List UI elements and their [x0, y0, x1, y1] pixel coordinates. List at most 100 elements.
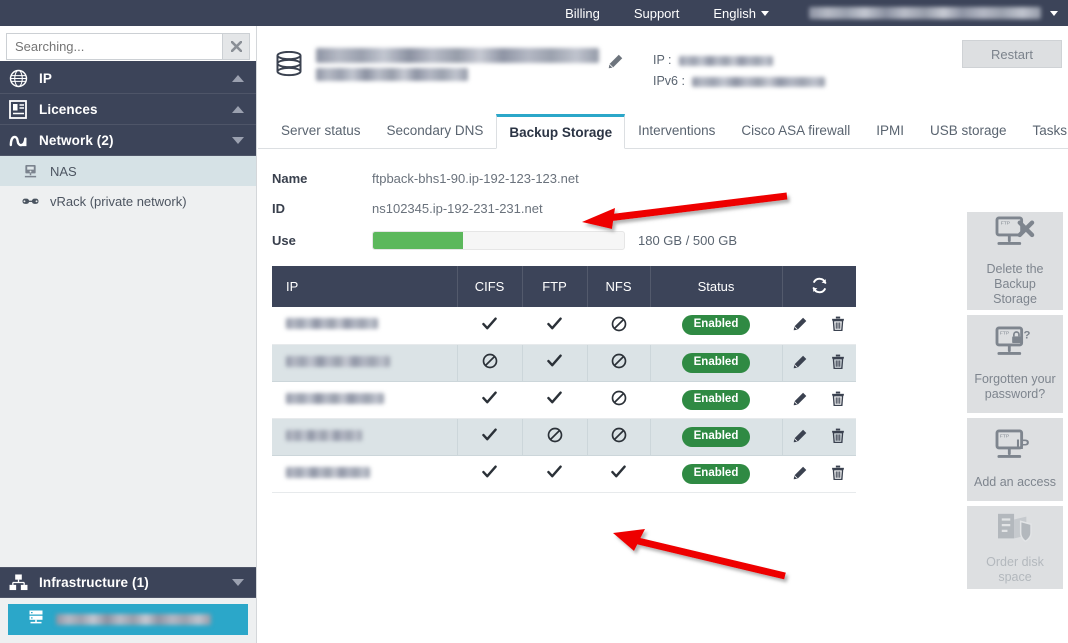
- chevron-up-icon: [232, 74, 244, 82]
- sidebar: IP Licences Network (2): [0, 26, 257, 643]
- name-value: ftpback-bhs1-90.ip-192-123-123.net: [372, 171, 579, 186]
- tab-bar: Server status Secondary DNS Backup Stora…: [258, 114, 1068, 149]
- delete-access-button[interactable]: [831, 354, 845, 372]
- resource-header: IP : IPv6 : Restart: [258, 26, 1068, 92]
- refresh-icon[interactable]: [811, 277, 828, 294]
- detail-row-use: Use 180 GB / 500 GB: [272, 231, 1068, 250]
- tab-server-status[interactable]: Server status: [268, 114, 374, 148]
- close-icon: [230, 40, 242, 52]
- svg-text:FTP: FTP: [1000, 434, 1010, 440]
- sidebar-group-network[interactable]: Network (2): [0, 125, 256, 156]
- nas-icon: [22, 164, 39, 179]
- cell-status: Enabled: [650, 307, 782, 345]
- delete-access-button[interactable]: [831, 391, 845, 409]
- cell-ftp: [522, 381, 587, 419]
- cell-actions: [782, 381, 856, 419]
- sidebar-group-licences[interactable]: Licences: [0, 94, 256, 125]
- status-badge: Enabled: [681, 426, 751, 447]
- tab-interventions[interactable]: Interventions: [625, 114, 728, 148]
- cell-ip: [272, 455, 457, 493]
- name-label: Name: [272, 171, 308, 186]
- trash-icon: [831, 316, 845, 334]
- search-clear-button[interactable]: [222, 32, 250, 60]
- cell-ftp: [522, 418, 588, 456]
- sidebar-bottom-section: Infrastructure (1): [0, 567, 256, 643]
- edit-access-button[interactable]: [793, 317, 807, 334]
- column-header-refresh[interactable]: [782, 266, 856, 307]
- edit-access-button[interactable]: [793, 392, 807, 409]
- tab-backup-storage[interactable]: Backup Storage: [496, 114, 626, 149]
- blocked-icon: [611, 390, 627, 409]
- delete-access-button[interactable]: [831, 316, 845, 334]
- sidebar-group-ip[interactable]: IP: [0, 63, 256, 94]
- forgotten-password-button[interactable]: FTP ? Forgotten your password?: [967, 315, 1063, 413]
- ip-info-block: IP : IPv6 :: [623, 48, 825, 92]
- cell-ip: [272, 307, 457, 345]
- table-row[interactable]: Enabled: [272, 344, 856, 382]
- cell-ip: [272, 381, 457, 419]
- ip-value-redacted: [286, 355, 390, 367]
- column-header-status: Status: [650, 266, 783, 307]
- column-header-ftp: FTP: [522, 266, 588, 307]
- sidebar-group-infrastructure[interactable]: Infrastructure (1): [0, 567, 256, 598]
- delete-access-button[interactable]: [831, 428, 845, 446]
- topbar-link-billing[interactable]: Billing: [565, 6, 600, 21]
- column-header-ip: IP: [272, 266, 458, 307]
- cell-cifs: [457, 381, 522, 419]
- tab-usb-storage[interactable]: USB storage: [917, 114, 1020, 148]
- sidebar-item-server[interactable]: [8, 604, 248, 635]
- add-an-access-label: Add an access: [974, 475, 1056, 489]
- main-content: IP : IPv6 : Restart Server status Second…: [258, 26, 1068, 643]
- pencil-icon: [793, 392, 807, 409]
- id-value: ns102345.ip-192-231-231.net: [372, 201, 543, 216]
- cell-nfs: [587, 307, 650, 345]
- order-disk-space-button[interactable]: Order disk space: [967, 506, 1063, 589]
- account-menu[interactable]: [809, 7, 1058, 19]
- delete-backup-storage-button[interactable]: FTP Delete the Backup Storage: [967, 212, 1063, 310]
- edit-access-button[interactable]: [793, 355, 807, 372]
- sidebar-item-vrack[interactable]: vRack (private network): [0, 186, 256, 216]
- delete-access-button[interactable]: [831, 465, 845, 483]
- check-icon: [482, 465, 497, 482]
- ip-label: IP :: [653, 53, 672, 67]
- table-row[interactable]: Enabled: [272, 418, 856, 456]
- detail-row-name: Name ftpback-bhs1-90.ip-192-123-123.net: [272, 171, 1068, 186]
- trash-icon: [831, 354, 845, 372]
- add-an-access-button[interactable]: FTP IP Add an access: [967, 418, 1063, 501]
- restart-button[interactable]: Restart: [962, 40, 1062, 68]
- language-selector[interactable]: English: [713, 6, 769, 21]
- check-icon: [611, 465, 626, 482]
- column-header-nfs: NFS: [587, 266, 651, 307]
- account-name-redacted: [809, 7, 1041, 19]
- tab-cisco-asa-firewall[interactable]: Cisco ASA firewall: [728, 114, 863, 148]
- table-row[interactable]: Enabled: [272, 307, 856, 345]
- search-input[interactable]: [6, 32, 222, 60]
- pencil-icon: [608, 54, 623, 69]
- tab-secondary-dns[interactable]: Secondary DNS: [374, 114, 497, 148]
- cell-actions: [782, 455, 856, 493]
- chevron-down-icon: [232, 136, 244, 144]
- edit-access-button[interactable]: [793, 466, 807, 483]
- table-row[interactable]: Enabled: [272, 455, 856, 493]
- tab-ipmi[interactable]: IPMI: [863, 114, 917, 148]
- column-header-cifs: CIFS: [457, 266, 523, 307]
- check-icon: [482, 391, 497, 408]
- check-icon: [482, 428, 497, 445]
- edit-access-button[interactable]: [793, 429, 807, 446]
- table-row[interactable]: Enabled: [272, 381, 856, 419]
- cell-actions: [782, 307, 856, 345]
- tab-tasks[interactable]: Tasks: [1020, 114, 1068, 148]
- ftp-delete-icon: FTP: [994, 215, 1036, 256]
- sidebar-search: [0, 26, 256, 63]
- storage-icon: [276, 48, 310, 85]
- svg-text:FTP: FTP: [1000, 331, 1010, 337]
- topbar-link-support[interactable]: Support: [634, 6, 680, 21]
- edit-name-button[interactable]: [608, 48, 623, 74]
- sidebar-group-ip-label: IP: [39, 70, 52, 86]
- check-icon: [547, 317, 562, 334]
- check-icon: [547, 354, 562, 371]
- status-badge: Enabled: [681, 315, 751, 336]
- cell-cifs: [457, 455, 522, 493]
- order-disk-icon: [995, 511, 1035, 549]
- sidebar-item-nas[interactable]: NAS: [0, 156, 256, 186]
